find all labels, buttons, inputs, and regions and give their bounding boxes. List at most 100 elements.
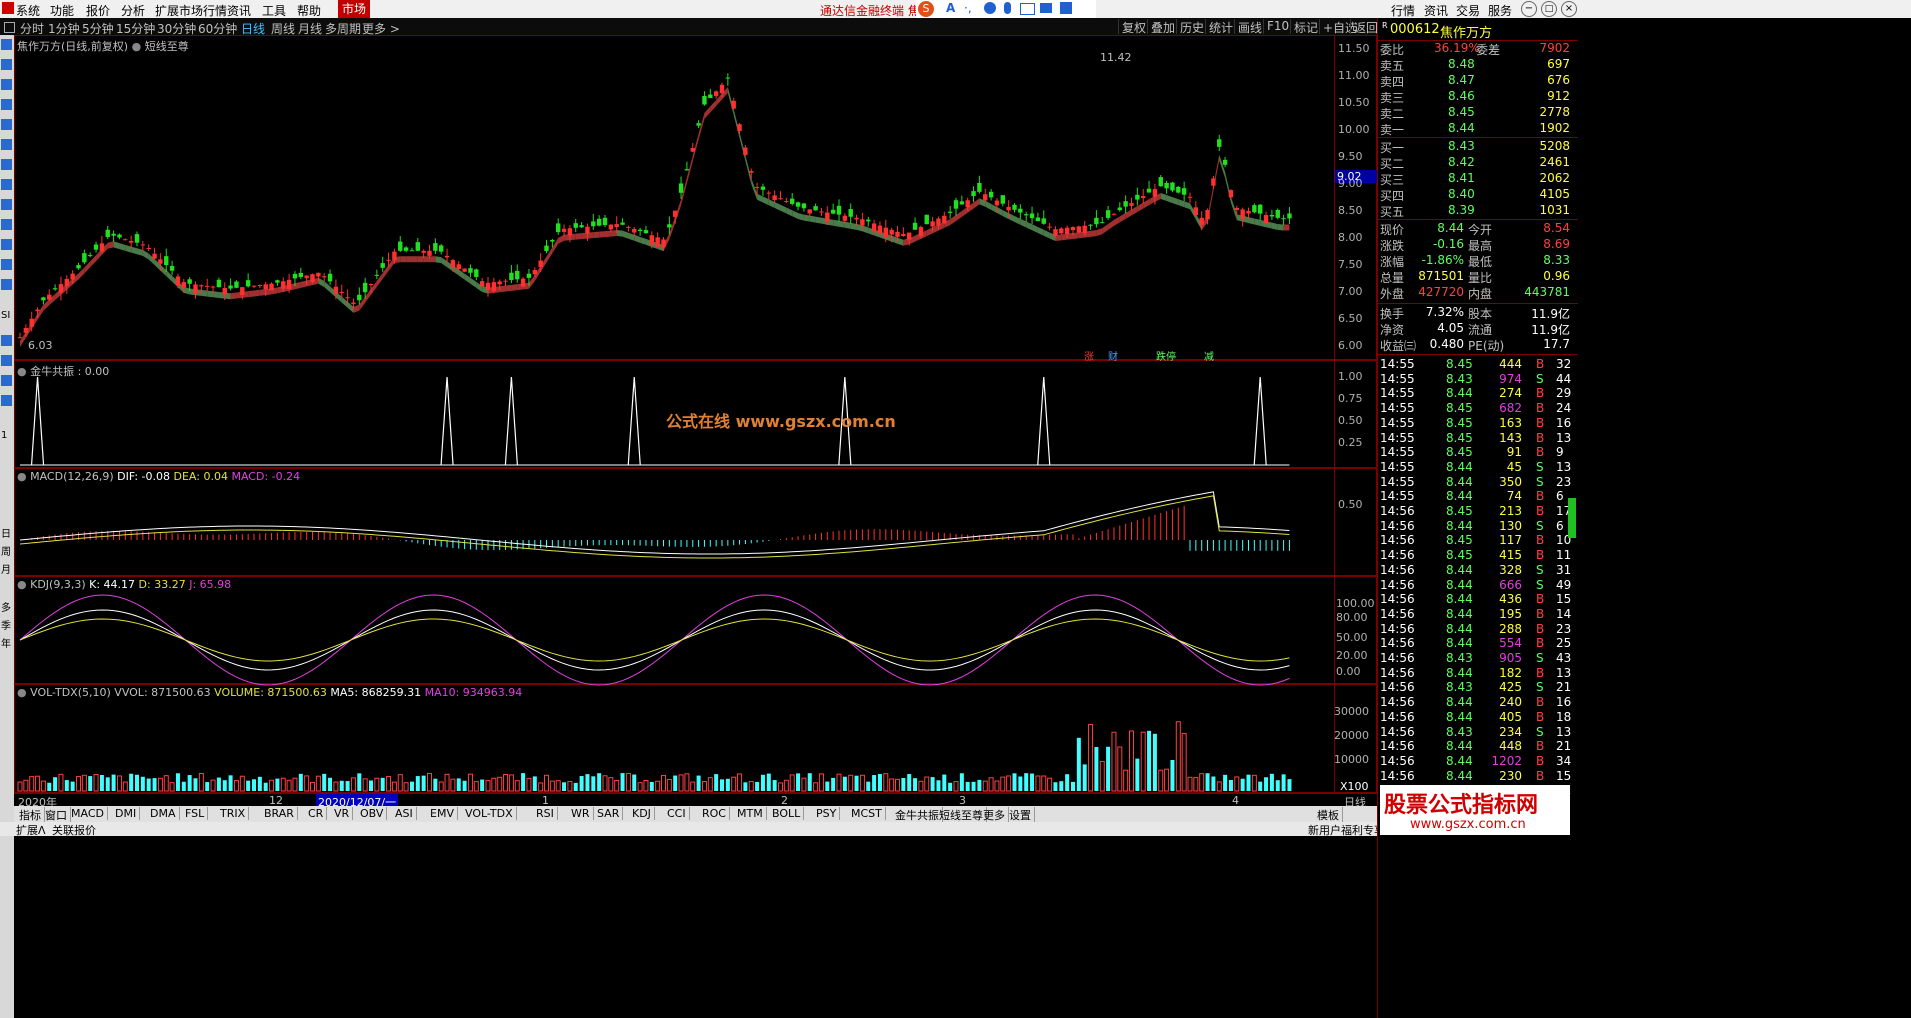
bids-row[interactable]: 买一 8.43 5208 [1378, 139, 1578, 155]
asks-row[interactable]: 卖三 8.46 912 [1378, 89, 1578, 105]
top-btn-news[interactable]: 资讯 [1424, 2, 1448, 19]
tool-icon-10[interactable] [1, 219, 12, 230]
input-method-bar[interactable]: S A ·, [916, 0, 1096, 18]
menu-news[interactable]: 资讯 [227, 2, 251, 19]
indicator-tab-0[interactable]: 指标 [16, 807, 45, 823]
tool-f10[interactable]: F10 [1263, 19, 1292, 34]
tick-row[interactable]: 14:56 8.43 905 S 43 [1378, 651, 1578, 666]
close-icon[interactable]: × [1561, 1, 1577, 17]
tool-mark[interactable]: 标记 [1290, 19, 1321, 35]
indicator-tab-20[interactable]: MTM [734, 807, 767, 820]
vol-name[interactable]: VOL-TDX(5,10) [30, 686, 111, 699]
layout-icon[interactable] [4, 22, 15, 33]
tool-fuquan[interactable]: 复权 [1118, 19, 1149, 35]
macd-toggle-icon[interactable]: ● [17, 470, 27, 483]
tick-row[interactable]: 14:55 8.45 143 B 13 [1378, 431, 1578, 446]
tick-row[interactable]: 14:56 8.44 666 S 49 [1378, 578, 1578, 593]
tick-row[interactable]: 14:56 8.44 130 S 6 [1378, 519, 1578, 534]
indicator-tab-2[interactable]: MACD [68, 807, 108, 820]
tick-row[interactable]: 14:55 8.44 45 S 13 [1378, 460, 1578, 475]
menu-ext-market[interactable]: 扩展市场行情 [155, 2, 227, 19]
indicator-tab-27[interactable]: 设置 [1006, 807, 1035, 823]
font-a-icon[interactable]: A [946, 1, 955, 15]
tool-icon-14[interactable] [1, 335, 12, 346]
punct-icon[interactable]: ·, [964, 1, 972, 15]
tick-row[interactable]: 14:55 8.44 274 B 29 [1378, 386, 1578, 401]
indicator-tab-3[interactable]: DMI [112, 807, 141, 820]
indicator-tab-9[interactable]: VR [331, 807, 354, 820]
menu-tools[interactable]: 工具 [262, 2, 286, 19]
tool-stats[interactable]: 统计 [1205, 19, 1236, 35]
emoji-icon[interactable] [984, 2, 996, 14]
asks-row[interactable]: 卖二 8.45 2778 [1378, 105, 1578, 121]
tick-row[interactable]: 14:56 8.44 288 B 23 [1378, 622, 1578, 637]
tool-overlay[interactable]: 叠加 [1147, 19, 1178, 35]
tick-row[interactable]: 14:56 8.44 230 B 15 [1378, 769, 1578, 784]
tick-row[interactable]: 14:56 8.44 405 B 18 [1378, 710, 1578, 725]
indicator-tab-23[interactable]: MCST [848, 807, 886, 820]
tool-icon-4[interactable] [1, 99, 12, 110]
bids-row[interactable]: 买二 8.42 2461 [1378, 155, 1578, 171]
tick-row[interactable]: 14:56 8.43 425 S 21 [1378, 680, 1578, 695]
indicator-tab-19[interactable]: ROC [699, 807, 730, 820]
sogou-icon[interactable]: S [918, 1, 934, 17]
tool-icon-3[interactable] [1, 79, 12, 90]
tool-icon-11[interactable] [1, 239, 12, 250]
indicator-tab-12[interactable]: EMV [427, 807, 458, 820]
tick-row[interactable]: 14:56 8.43 234 S 13 [1378, 725, 1578, 740]
date-axis[interactable]: 2020年 12 2020/12/07/一 1 2 3 4 日线 [14, 793, 1377, 810]
tool-icon-1[interactable] [1, 39, 12, 50]
top-btn-market[interactable]: 行情 [1391, 2, 1415, 19]
menu-function[interactable]: 功能 [50, 2, 74, 19]
tick-row[interactable]: 14:56 8.44 448 B 21 [1378, 739, 1578, 754]
indicator-tab-14[interactable]: RSI [533, 807, 558, 820]
indicator-tab-5[interactable]: FSL [182, 807, 209, 820]
tool-label-month[interactable]: 月 [1, 561, 11, 576]
tool-icon-6[interactable] [1, 139, 12, 150]
tick-row[interactable]: 14:56 8.44 182 B 13 [1378, 666, 1578, 681]
tick-row[interactable]: 14:55 8.45 682 B 24 [1378, 401, 1578, 416]
tick-row[interactable]: 14:56 8.44 328 S 31 [1378, 563, 1578, 578]
asks-row[interactable]: 卖四 8.47 676 [1378, 73, 1578, 89]
indicator-tab-18[interactable]: CCI [664, 807, 690, 820]
bids-row[interactable]: 买五 8.39 1031 [1378, 203, 1578, 219]
tool-icon-9[interactable] [1, 199, 12, 210]
tool-label-season[interactable]: 季 [1, 617, 11, 632]
status-extend[interactable]: 扩展Λ [16, 822, 46, 838]
minimize-icon[interactable]: − [1521, 1, 1537, 17]
tick-row[interactable]: 14:56 8.45 117 B 10 [1378, 533, 1578, 548]
indicator-tab-21[interactable]: BOLL [769, 807, 805, 820]
tick-row[interactable]: 14:56 8.44 436 B 15 [1378, 592, 1578, 607]
macd-name[interactable]: MACD(12,26,9) [30, 470, 114, 483]
indicator-tab-17[interactable]: KDJ [629, 807, 655, 820]
grid-icon[interactable] [1060, 2, 1072, 14]
indicator-tab-13[interactable]: VOL-TDX [462, 807, 517, 820]
tool-icon-12[interactable] [1, 259, 12, 270]
tick-row[interactable]: 14:56 8.44 554 B 25 [1378, 636, 1578, 651]
tool-label-year[interactable]: 年 [1, 635, 11, 650]
tool-label-day[interactable]: 日 [1, 525, 11, 540]
tool-icon-2[interactable] [1, 59, 12, 70]
kline-indicator[interactable]: 短线至尊 [145, 40, 189, 53]
indicator-tab-7[interactable]: BRAR [261, 807, 298, 820]
tool-icon-7[interactable] [1, 159, 12, 170]
tick-row[interactable]: 14:55 8.45 163 B 16 [1378, 416, 1578, 431]
indicator-tab-4[interactable]: DMA [147, 807, 180, 820]
menu-system[interactable]: 系统 [16, 2, 40, 19]
tool-icon-8[interactable] [1, 179, 12, 190]
tick-row[interactable]: 14:55 8.45 91 B 9 [1378, 445, 1578, 460]
indicator-tab-10[interactable]: OBV [357, 807, 388, 820]
indicator-tab-8[interactable]: CR [305, 807, 328, 820]
tick-row[interactable]: 14:56 8.45 213 B 17 [1378, 504, 1578, 519]
indicator-tab-16[interactable]: SAR [594, 807, 624, 820]
asks-row[interactable]: 卖五 8.48 697 [1378, 57, 1578, 73]
indicator-tab-22[interactable]: PSY [813, 807, 841, 820]
tool-history[interactable]: 历史 [1176, 19, 1207, 35]
tool-icon-17[interactable] [1, 395, 12, 406]
menu-help[interactable]: 帮助 [297, 2, 321, 19]
top-btn-service[interactable]: 服务 [1488, 2, 1512, 19]
tool-icon-16[interactable] [1, 375, 12, 386]
indicator-tab-15[interactable]: WR [568, 807, 594, 820]
indicator-tab-1[interactable]: 窗口 [42, 807, 71, 823]
maximize-icon[interactable]: □ [1541, 1, 1557, 17]
